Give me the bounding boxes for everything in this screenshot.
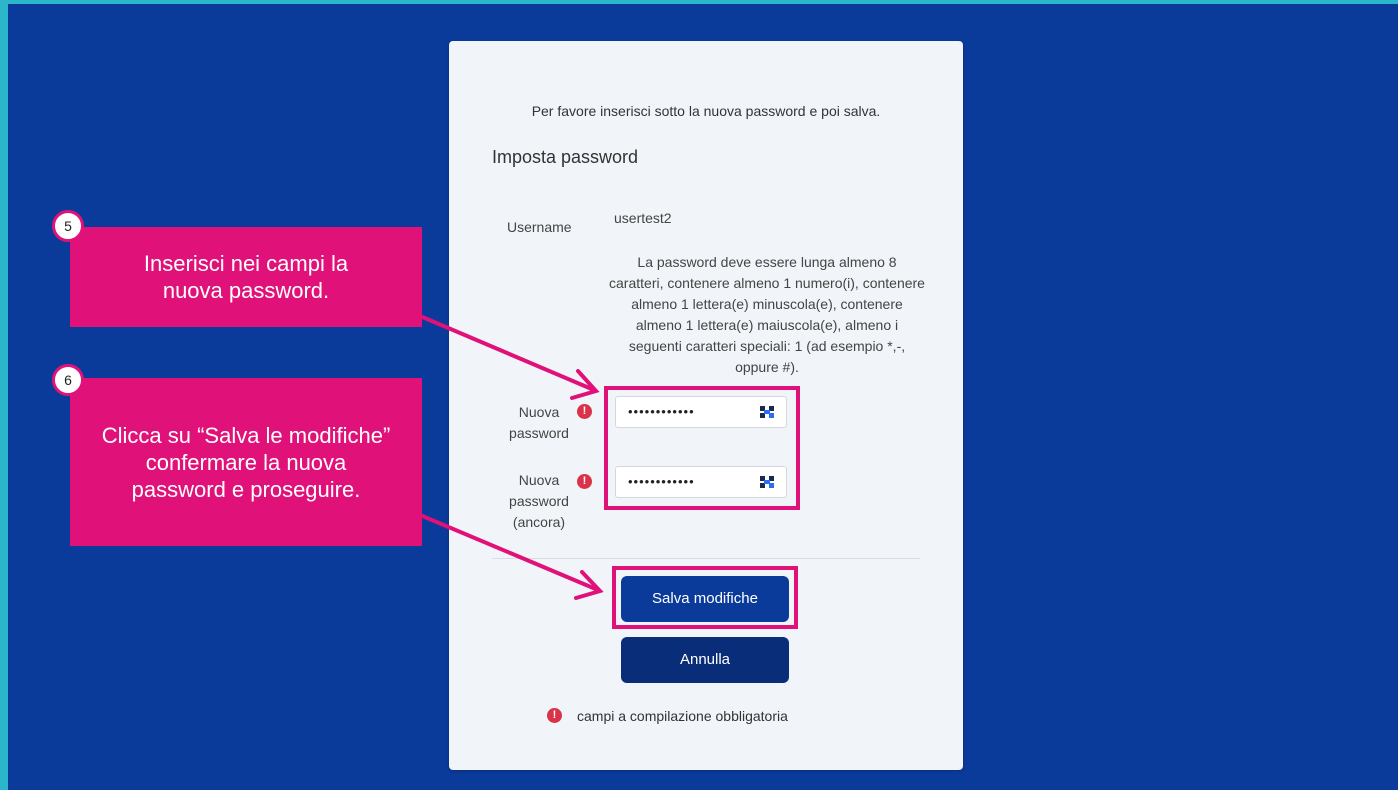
arrows: [418, 314, 604, 600]
arrow-line: [418, 314, 596, 392]
arrow-line: [418, 513, 600, 592]
